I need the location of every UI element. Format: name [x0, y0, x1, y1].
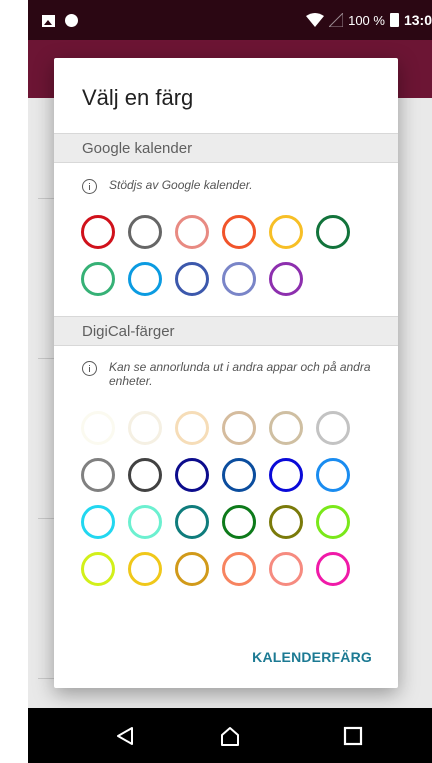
- info-text-google: Stödjs av Google kalender.: [109, 178, 253, 192]
- color-swatch[interactable]: [175, 552, 209, 586]
- section-header-digical: DigiCal-färger: [54, 316, 398, 346]
- battery-percent: 100 %: [348, 12, 385, 28]
- color-swatch[interactable]: [222, 552, 256, 586]
- color-swatch[interactable]: [269, 505, 303, 539]
- section-title-google: Google kalender: [82, 140, 193, 157]
- info-row-digical: Kan se annorlunda ut i andra appar och p…: [82, 360, 382, 388]
- phone-screen: 100 % 13:0 Välj en färg Google kalender …: [28, 0, 432, 763]
- color-swatch[interactable]: [222, 262, 256, 296]
- color-swatch[interactable]: [128, 552, 162, 586]
- status-time: 13:0: [403, 12, 432, 28]
- color-swatch[interactable]: [175, 215, 209, 249]
- color-swatch[interactable]: [128, 215, 162, 249]
- color-swatch[interactable]: [316, 411, 350, 445]
- color-swatch[interactable]: [128, 262, 162, 296]
- status-bar: 100 % 13:0: [28, 0, 432, 40]
- notification-dot-icon: [65, 14, 78, 27]
- navigation-bar: [28, 708, 432, 763]
- color-swatch[interactable]: [222, 458, 256, 492]
- color-swatch[interactable]: [128, 458, 162, 492]
- color-swatch[interactable]: [269, 411, 303, 445]
- color-swatch[interactable]: [316, 552, 350, 586]
- color-swatch[interactable]: [175, 505, 209, 539]
- color-swatch[interactable]: [81, 505, 115, 539]
- color-swatch[interactable]: [222, 411, 256, 445]
- color-swatch[interactable]: [269, 552, 303, 586]
- wifi-icon: [306, 13, 325, 27]
- color-swatch[interactable]: [269, 458, 303, 492]
- color-swatch[interactable]: [316, 215, 350, 249]
- color-swatch[interactable]: [81, 552, 115, 586]
- back-icon[interactable]: [114, 725, 136, 747]
- color-swatch[interactable]: [81, 262, 115, 296]
- color-swatch[interactable]: [222, 215, 256, 249]
- color-swatch[interactable]: [81, 411, 115, 445]
- color-picker-dialog: Välj en färg Google kalender Stödjs av G…: [54, 58, 398, 688]
- color-swatch[interactable]: [81, 458, 115, 492]
- info-row-google: Stödjs av Google kalender.: [82, 178, 382, 194]
- color-swatch[interactable]: [316, 458, 350, 492]
- dialog-title: Välj en färg: [82, 85, 194, 110]
- color-swatch[interactable]: [175, 458, 209, 492]
- info-icon: [82, 361, 97, 376]
- color-swatch[interactable]: [81, 215, 115, 249]
- info-text-digical: Kan se annorlunda ut i andra appar och p…: [109, 360, 371, 388]
- color-swatch[interactable]: [316, 505, 350, 539]
- color-swatch[interactable]: [175, 262, 209, 296]
- color-swatch[interactable]: [175, 411, 209, 445]
- color-swatch[interactable]: [128, 505, 162, 539]
- color-swatch[interactable]: [269, 262, 303, 296]
- color-swatch[interactable]: [269, 215, 303, 249]
- section-header-google: Google kalender: [54, 133, 398, 163]
- calendar-color-button[interactable]: KALENDERFÄRG: [252, 649, 372, 665]
- battery-icon: [389, 13, 399, 27]
- section-title-digical: DigiCal-färger: [82, 323, 175, 340]
- recents-icon[interactable]: [342, 725, 364, 747]
- signal-icon: [329, 13, 344, 27]
- home-icon[interactable]: [219, 725, 241, 747]
- color-swatch[interactable]: [128, 411, 162, 445]
- gallery-notification-icon: [42, 14, 55, 27]
- info-icon: [82, 179, 97, 194]
- color-swatch[interactable]: [222, 505, 256, 539]
